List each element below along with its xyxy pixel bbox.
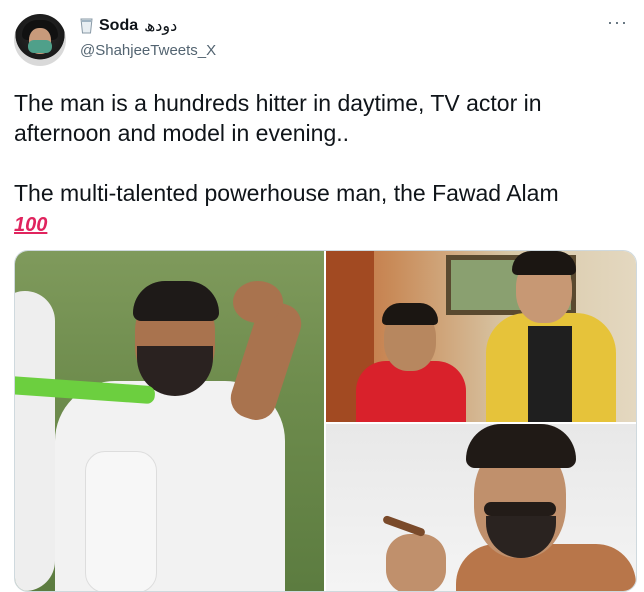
raised-fist xyxy=(233,281,283,323)
media-grid xyxy=(14,250,637,592)
cup-icon xyxy=(80,18,93,34)
more-options-icon[interactable]: ··· xyxy=(607,12,628,33)
actor-one-hair xyxy=(382,303,438,325)
batting-pad xyxy=(85,451,157,591)
urdu-name: دودھ xyxy=(144,18,178,35)
background-player xyxy=(15,291,55,591)
avatar-mask xyxy=(28,40,52,53)
tweet-line-1: The man is a hundreds hitter in daytime,… xyxy=(14,90,542,146)
cricket-celebration-image[interactable] xyxy=(15,251,324,591)
user-handle[interactable]: @ShahjeeTweets_X xyxy=(80,42,216,59)
tv-drama-scene-image[interactable] xyxy=(326,251,636,422)
author-name-row[interactable]: Soda دودھ xyxy=(80,16,177,36)
display-name[interactable]: Soda xyxy=(99,17,138,35)
model-moustache xyxy=(484,502,556,516)
model-hair xyxy=(466,424,576,468)
actor-two-hair xyxy=(512,251,576,275)
hundred-points-icon: 100 xyxy=(14,214,48,236)
avatar[interactable] xyxy=(14,14,66,66)
model-hand xyxy=(386,534,446,591)
brown-jacket xyxy=(456,544,636,591)
model-portrait-image[interactable] xyxy=(326,424,636,591)
black-tshirt xyxy=(528,326,572,422)
tweet-text: The man is a hundreds hitter in daytime,… xyxy=(14,88,628,238)
player-hair xyxy=(133,281,219,321)
tweet-line-2: The multi-talented powerhouse man, the F… xyxy=(14,180,559,206)
